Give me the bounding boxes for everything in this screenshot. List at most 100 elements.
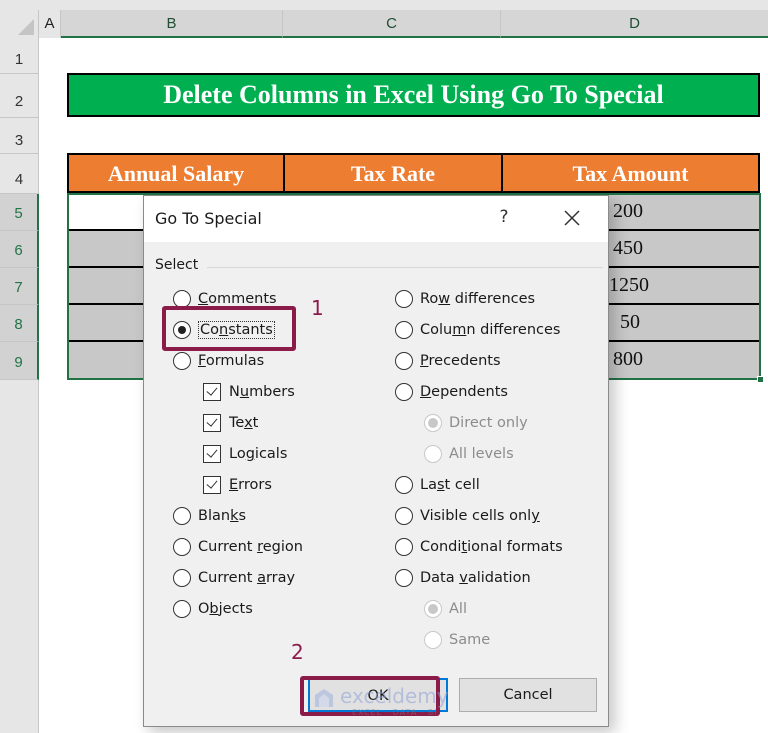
option-constants[interactable]: Constants [173,319,275,341]
radio-current-array[interactable] [173,569,191,587]
option-label: Numbers [229,384,295,400]
cell-d9[interactable]: 800 [609,342,759,379]
option-label: Logicals [229,446,287,462]
label-text: Visible cells onl [420,508,532,524]
checkbox-errors[interactable] [203,476,221,494]
option-comments[interactable]: Comments [173,288,277,310]
option-current-region[interactable]: Current region [173,536,303,558]
label-text: Colu [420,322,453,338]
label-text: s [238,508,247,524]
option-last-cell[interactable]: Last cell [395,474,480,496]
option-label: Errors [229,477,272,493]
option-blanks[interactable]: Blanks [173,505,246,527]
column-header-b[interactable]: B [61,10,283,38]
select-all-button[interactable] [0,10,39,38]
radio-column-differences[interactable] [395,321,413,339]
option-dependents[interactable]: Dependents [395,381,508,403]
cell-d8[interactable]: 50 [609,305,759,342]
checkbox-text[interactable] [203,414,221,432]
row-header-7[interactable]: 7 [0,268,39,305]
sheet-title-banner[interactable]: Delete Columns in Excel Using Go To Spec… [67,73,760,117]
label-text: ional formats [467,539,563,555]
cell-d7[interactable]: 1250 [609,268,759,305]
option-formulas[interactable]: Formulas [173,350,264,372]
dialog-title-bar[interactable]: Go To Special ? [144,196,608,242]
row-header-3[interactable]: 3 [0,118,39,154]
option-row-differences[interactable]: Row differences [395,288,535,310]
access-key: v [459,570,468,586]
label-text: Ro [420,291,439,307]
radio-last-cell[interactable] [395,476,413,494]
option-label: Dependents [420,384,508,400]
radio-data-validation[interactable] [395,569,413,587]
option-conditional-formats[interactable]: Conditional formats [395,536,563,558]
option-direct-only: Direct only [424,412,528,434]
label-text: recedents [428,353,501,369]
annotation-step-2: 2 [291,640,304,664]
radio-constants[interactable] [173,321,191,339]
cell-d5[interactable]: 200 [609,194,759,231]
label-text: omments [208,291,277,307]
access-key: w [438,291,451,307]
row-header-5[interactable]: 5 [0,194,39,231]
option-errors[interactable]: Errors [203,474,272,496]
label-text: t cell [444,477,480,493]
radio-conditional-formats[interactable] [395,538,413,556]
row-header-6[interactable]: 6 [0,231,39,268]
cancel-button[interactable]: Cancel [459,678,597,712]
radio-dependents[interactable] [395,383,413,401]
header-annual-salary[interactable]: Annual Salary [67,153,285,193]
checkbox-numbers[interactable] [203,383,221,401]
row-header-2[interactable]: 2 [0,74,39,118]
option-label: All levels [449,446,514,462]
option-label: All [449,601,467,617]
option-column-differences[interactable]: Column differences [395,319,561,341]
radio-comments[interactable] [173,290,191,308]
option-current-array[interactable]: Current array [173,567,295,589]
option-logicals[interactable]: Logicals [203,443,287,465]
row-header-9[interactable]: 9 [0,342,39,380]
radio-precedents[interactable] [395,352,413,370]
cell-d6[interactable]: 450 [609,231,759,268]
row-header-8[interactable]: 8 [0,305,39,342]
label-text: ependents [431,384,508,400]
option-objects[interactable]: Objects [173,598,253,620]
radio-current-region[interactable] [173,538,191,556]
radio-objects[interactable] [173,600,191,618]
label-text: Same [449,632,491,648]
option-numbers[interactable]: Numbers [203,381,295,403]
option-label: Conditional formats [420,539,563,555]
access-key: C [198,291,209,307]
column-header-a[interactable]: A [39,10,61,38]
option-label: Comments [198,291,277,307]
label-text: rrors [238,477,272,493]
option-label: Data validation [420,570,531,586]
option-visible-cells-only[interactable]: Visible cells only [395,505,540,527]
option-label: Objects [198,601,253,617]
help-button[interactable]: ? [494,207,514,229]
header-tax-rate[interactable]: Tax Rate [283,153,503,193]
label-text: Current [198,570,258,586]
option-data-validation[interactable]: Data validation [395,567,531,589]
radio-all-levels [424,445,442,463]
row-header-1[interactable]: 1 [0,38,39,74]
checkbox-logicals[interactable] [203,445,221,463]
ok-button[interactable]: OK [308,678,448,712]
column-header-d[interactable]: D [501,10,768,38]
access-key: n [219,322,229,338]
radio-row-differences[interactable] [395,290,413,308]
label-text: stants [228,322,273,338]
fill-handle[interactable] [757,376,764,383]
column-header-c[interactable]: C [283,10,501,38]
radio-visible-cells-only[interactable] [395,507,413,525]
radio-all [424,600,442,618]
close-button[interactable] [559,205,585,231]
radio-same [424,631,442,649]
radio-blanks[interactable] [173,507,191,525]
label-text: Current [198,539,258,555]
row-header-4[interactable]: 4 [0,154,39,194]
radio-formulas[interactable] [173,352,191,370]
option-text[interactable]: Text [203,412,258,434]
option-precedents[interactable]: Precedents [395,350,501,372]
header-tax-amount[interactable]: Tax Amount [501,153,760,193]
